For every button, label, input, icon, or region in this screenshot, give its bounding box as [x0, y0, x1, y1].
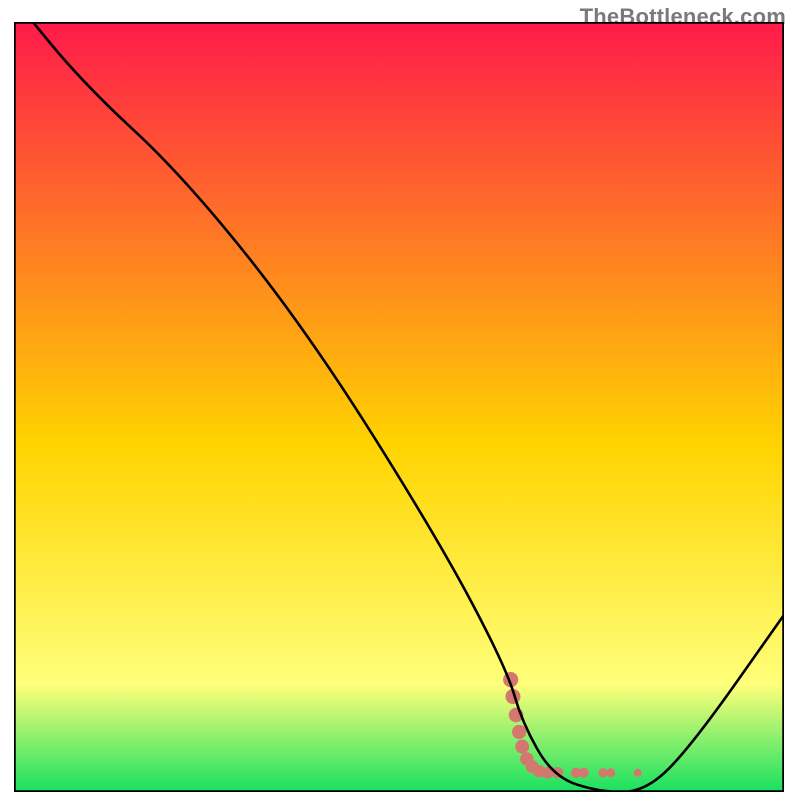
bottleneck-chart [14, 22, 784, 792]
marker-dot [512, 725, 526, 739]
marker-dot [634, 769, 642, 777]
marker-dot [515, 740, 529, 754]
gradient-background [14, 22, 784, 792]
chart-area [14, 22, 784, 792]
marker-dot [579, 768, 589, 778]
marker-dot [606, 768, 615, 777]
